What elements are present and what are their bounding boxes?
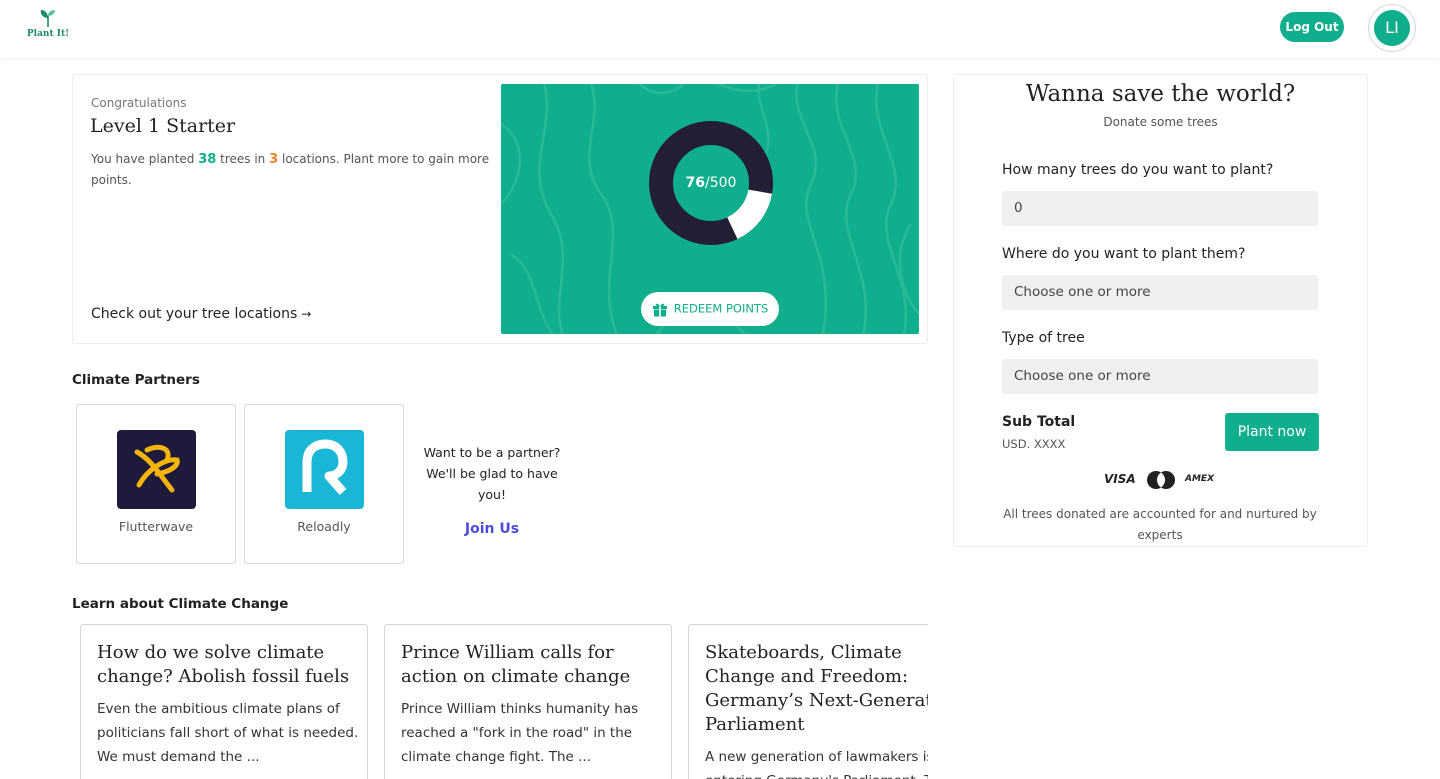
- trees-count: 38: [198, 152, 217, 167]
- top-navbar: Plant It! Log Out LI: [0, 0, 1440, 58]
- subtotal-label: Sub Total: [1002, 414, 1076, 430]
- points-panel: 76/500 REDEEM POINTS: [501, 84, 919, 334]
- donate-title: Wanna save the world?: [1025, 81, 1296, 107]
- redeem-points-button[interactable]: REDEEM POINTS: [641, 292, 779, 326]
- arrow-right-icon: →: [301, 307, 312, 321]
- reloadly-mark-icon: [302, 439, 348, 495]
- partner-card-reloadly[interactable]: Reloadly: [244, 404, 404, 564]
- plant-now-button[interactable]: Plant now: [1225, 413, 1319, 451]
- visa-icon: VISA: [1104, 472, 1136, 486]
- join-line-2: We'll be glad to have you!: [426, 466, 558, 502]
- article-excerpt: Even the ambitious climate plans of poli…: [97, 701, 359, 765]
- article-excerpt: A new generation of lawmakers is enterin…: [705, 749, 928, 779]
- join-line-1: Want to be a partner?: [423, 445, 561, 460]
- gift-icon: [652, 303, 667, 317]
- points-total: /500: [705, 175, 737, 191]
- article-title[interactable]: Skateboards, Climate Change and Freedom:…: [705, 641, 928, 737]
- donate-card: Wanna save the world? Donate some trees …: [953, 74, 1368, 547]
- reloadly-logo: [285, 430, 364, 509]
- articles-carousel: How do we solve climate change? Abolish …: [0, 624, 928, 779]
- partner-name: Reloadly: [297, 519, 351, 534]
- logout-button[interactable]: Log Out: [1280, 12, 1344, 42]
- locations-count: 3: [269, 152, 279, 167]
- avatar-ring[interactable]: LI: [1368, 4, 1416, 52]
- redeem-points-label: REDEEM POINTS: [673, 301, 769, 316]
- plant-it-logo[interactable]: Plant It!: [26, 8, 70, 44]
- flutterwave-logo: [117, 430, 196, 509]
- payment-methods: VISA AMEX: [1104, 469, 1216, 491]
- location-label: Where do you want to plant them?: [1002, 246, 1246, 262]
- planted-summary: You have planted 38 trees in 3 locations…: [91, 149, 491, 191]
- trees-word: trees in: [220, 152, 266, 166]
- article-title[interactable]: Prince William calls for action on clima…: [401, 641, 661, 689]
- tree-count-label: How many trees do you want to plant?: [1002, 162, 1274, 178]
- partner-name: Flutterwave: [118, 519, 194, 534]
- article-card[interactable]: Skateboards, Climate Change and Freedom:…: [688, 624, 928, 779]
- amex-icon: AMEX: [1185, 474, 1215, 484]
- tree-locations-link-label: Check out your tree locations: [91, 306, 298, 322]
- flutterwave-mark-icon: [134, 444, 180, 493]
- planted-prefix: You have planted: [91, 152, 195, 166]
- article-card[interactable]: How do we solve climate change? Abolish …: [80, 624, 368, 779]
- level-card: Congratulations Level 1 Starter You have…: [72, 74, 928, 344]
- logo-text: Plant It!: [26, 29, 70, 39]
- level-title: Level 1 Starter: [90, 115, 236, 137]
- sprout-icon: [40, 10, 55, 27]
- tree-count-input[interactable]: [1002, 191, 1318, 226]
- avatar[interactable]: LI: [1374, 10, 1410, 46]
- donate-footnote: All trees donated are accounted for and …: [1003, 507, 1317, 542]
- become-partner-box: Want to be a partner? We'll be glad to h…: [412, 442, 572, 537]
- points-current: 76: [685, 175, 706, 191]
- learn-title: Learn about Climate Change: [72, 596, 289, 612]
- points-readout: 76/500: [648, 120, 774, 246]
- subtotal-value: USD. XXXX: [1002, 437, 1066, 451]
- congrats-label: Congratulations: [91, 96, 187, 110]
- mastercard-icon: [1147, 471, 1175, 489]
- partners-title: Climate Partners: [72, 372, 200, 388]
- article-title[interactable]: How do we solve climate change? Abolish …: [97, 641, 357, 689]
- tree-locations-link[interactable]: Check out your tree locations →: [91, 306, 311, 322]
- partner-card-flutterwave[interactable]: Flutterwave: [76, 404, 236, 564]
- tree-type-label: Type of tree: [1002, 330, 1085, 346]
- donate-subtitle: Donate some trees: [1103, 115, 1218, 129]
- article-excerpt: Prince William thinks humanity has reach…: [401, 701, 639, 765]
- article-card[interactable]: Prince William calls for action on clima…: [384, 624, 672, 779]
- join-us-link[interactable]: Join Us: [465, 521, 519, 537]
- location-select[interactable]: Choose one or more: [1002, 275, 1318, 310]
- tree-type-select[interactable]: Choose one or more: [1002, 359, 1318, 394]
